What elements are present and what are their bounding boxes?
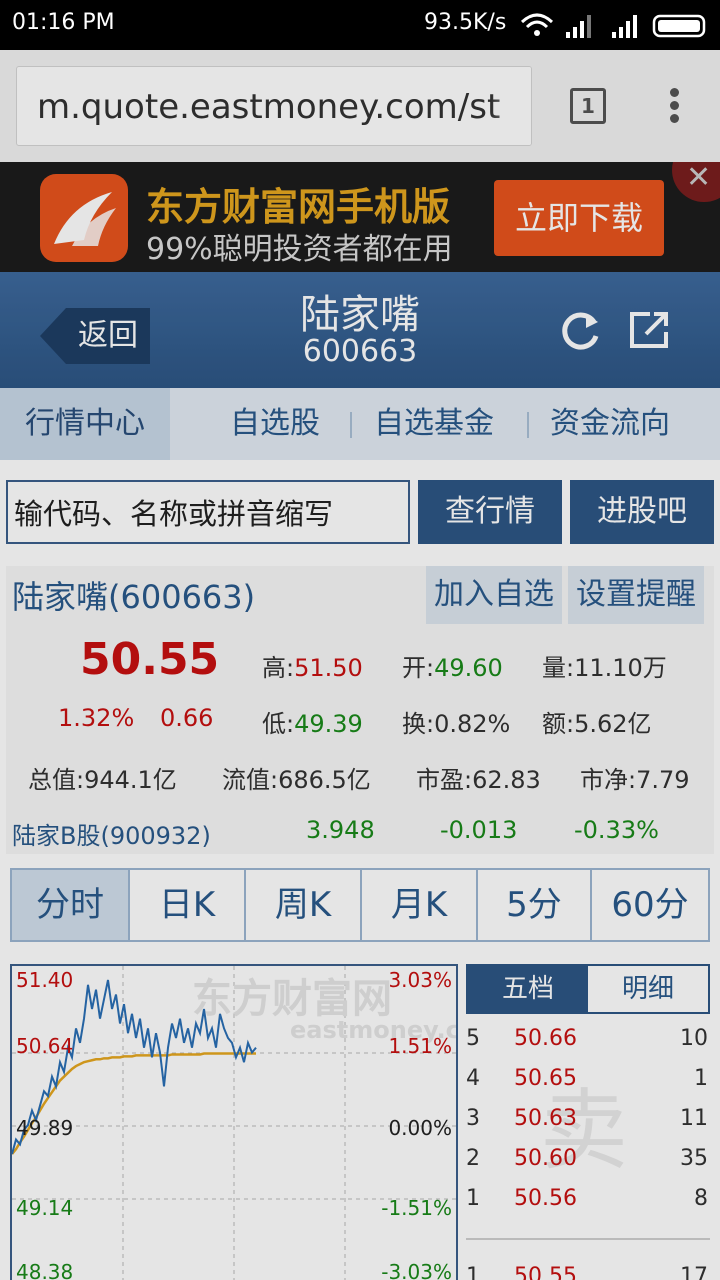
ob-price: 50.66 <box>514 1026 577 1051</box>
status-bar: 01:16 PM 93.5K/s <box>0 0 720 50</box>
b-share-change-pct: -0.33% <box>574 816 659 844</box>
ob-volume: 8 <box>694 1186 708 1211</box>
tab-intraday[interactable]: 分时 <box>12 870 130 940</box>
eastmoney-logo-icon <box>40 174 128 262</box>
b-share-change: -0.013 <box>440 816 518 844</box>
ob-price: 50.56 <box>514 1186 577 1211</box>
set-alert-button[interactable]: 设置提醒 <box>568 566 704 624</box>
signal-icon <box>566 15 637 38</box>
ob-volume: 10 <box>680 1026 708 1051</box>
stock-search-input[interactable] <box>6 480 410 544</box>
stock-code: 600663 <box>302 334 418 369</box>
tab-60min[interactable]: 60分 <box>592 870 708 940</box>
open-price: 开:49.60 <box>402 654 503 682</box>
ob-level: 3 <box>466 1106 480 1131</box>
float-market-value: 流值:686.5亿 <box>222 766 371 794</box>
ob-level: 1 <box>466 1186 480 1211</box>
stock-forum-button[interactable]: 进股吧 <box>570 480 714 544</box>
ob-level: 2 <box>466 1146 480 1171</box>
ad-title: 东方财富网手机版 <box>146 185 451 229</box>
status-icons <box>520 13 706 38</box>
y-label-right-4: -3.03% <box>381 1260 452 1280</box>
tab-5min[interactable]: 5分 <box>478 870 592 940</box>
low-price: 低:49.39 <box>262 710 363 738</box>
refresh-icon[interactable] <box>558 308 602 352</box>
ob-level: 4 <box>466 1066 480 1091</box>
stock-name: 陆家嘴 <box>300 292 420 338</box>
order-book-row: 5 50.66 10 <box>466 1018 710 1058</box>
ob-volume: 1 <box>694 1066 708 1091</box>
nav-capital-flow[interactable]: 资金流向 <box>550 388 670 460</box>
trade-amount: 额:5.62亿 <box>542 710 652 738</box>
y-label-left-2: 49.89 <box>16 1116 74 1140</box>
check-quote-button[interactable]: 查行情 <box>418 480 562 544</box>
chart-period-tabs: 分时 日K 周K 月K 5分 60分 <box>10 868 710 942</box>
url-text: m.quote.eastmoney.com/st <box>37 87 501 127</box>
ob-level: 5 <box>466 1026 480 1051</box>
net-speed: 93.5K/s <box>424 10 507 35</box>
download-app-banner[interactable]: 东方财富网手机版 99%聪明投资者都在用 立即下载 <box>0 162 720 272</box>
y-label-right-3: -1.51% <box>381 1196 452 1220</box>
wifi-icon <box>520 13 554 36</box>
order-book-row: 4 50.65 1 <box>466 1058 710 1098</box>
volume: 量:11.10万 <box>542 654 667 682</box>
tab-daily-k[interactable]: 日K <box>130 870 246 940</box>
order-book-row: 3 50.63 11 <box>466 1098 710 1138</box>
change-amount: 0.66 <box>160 704 214 732</box>
y-label-left-0: 51.40 <box>16 968 74 992</box>
add-to-watchlist-button[interactable]: 加入自选 <box>426 566 562 624</box>
tab-five-levels[interactable]: 五档 <box>468 966 588 1012</box>
address-bar[interactable]: m.quote.eastmoney.com/st <box>16 66 532 146</box>
order-book-buy-row: 1 50.55 17 <box>466 1264 708 1280</box>
order-book-row: 2 50.60 35 <box>466 1138 710 1178</box>
tab-switcher-button[interactable]: 1 <box>570 88 606 124</box>
turnover-rate: 换:0.82% <box>402 710 511 738</box>
pb-ratio: 市净:7.79 <box>580 766 690 794</box>
intraday-chart[interactable]: 东方财富网 eastmoney.com 51.40 50.64 49.89 49… <box>10 964 458 1280</box>
y-label-left-1: 50.64 <box>16 1034 74 1058</box>
y-label-right-0: 3.03% <box>388 968 452 992</box>
ob-price: 50.60 <box>514 1146 577 1171</box>
pe-ratio: 市盈:62.83 <box>416 766 541 794</box>
high-price: 高:51.50 <box>262 654 363 682</box>
nav-fund-watchlist[interactable]: 自选基金 <box>374 388 494 460</box>
y-label-right-2: 0.00% <box>388 1116 452 1140</box>
share-icon[interactable] <box>628 310 672 350</box>
stock-header: 返回 陆家嘴 600663 <box>0 272 720 388</box>
order-book-row: 1 50.56 8 <box>466 1178 710 1218</box>
current-price: 50.55 <box>80 634 220 685</box>
quote-title: 陆家嘴(600663) <box>12 578 256 616</box>
ob-volume: 35 <box>680 1146 708 1171</box>
tab-details[interactable]: 明细 <box>588 966 708 1012</box>
y-label-right-1: 1.51% <box>388 1034 452 1058</box>
b-share-link[interactable]: 陆家B股(900932) <box>12 816 211 851</box>
b-share-price: 3.948 <box>306 816 375 844</box>
ob-price: 50.63 <box>514 1106 577 1131</box>
nav-watchlist[interactable]: 自选股 <box>230 388 320 460</box>
y-label-left-4: 48.38 <box>16 1260 74 1280</box>
nav-market-center[interactable]: 行情中心 <box>0 388 170 460</box>
ad-subtitle: 99%聪明投资者都在用 <box>146 232 453 267</box>
download-button[interactable]: 立即下载 <box>494 180 664 256</box>
browser-toolbar: m.quote.eastmoney.com/st 1 <box>0 50 720 162</box>
order-book-tabs: 五档 明细 <box>466 964 710 1014</box>
battery-icon <box>652 14 706 38</box>
ob-price: 50.65 <box>514 1066 577 1091</box>
overflow-menu-icon[interactable] <box>668 88 680 128</box>
change-percent: 1.32% <box>58 704 135 732</box>
status-time: 01:16 PM <box>12 10 115 35</box>
close-ad-button[interactable]: ✕ <box>672 162 720 202</box>
y-label-left-3: 49.14 <box>16 1196 74 1220</box>
tab-weekly-k[interactable]: 周K <box>246 870 362 940</box>
market-nav: 行情中心 自选股 自选基金 资金流向 <box>0 388 720 460</box>
total-market-value: 总值:944.1亿 <box>28 766 177 794</box>
ob-volume: 11 <box>680 1106 708 1131</box>
close-icon: ✕ <box>686 162 712 195</box>
tab-monthly-k[interactable]: 月K <box>362 870 478 940</box>
